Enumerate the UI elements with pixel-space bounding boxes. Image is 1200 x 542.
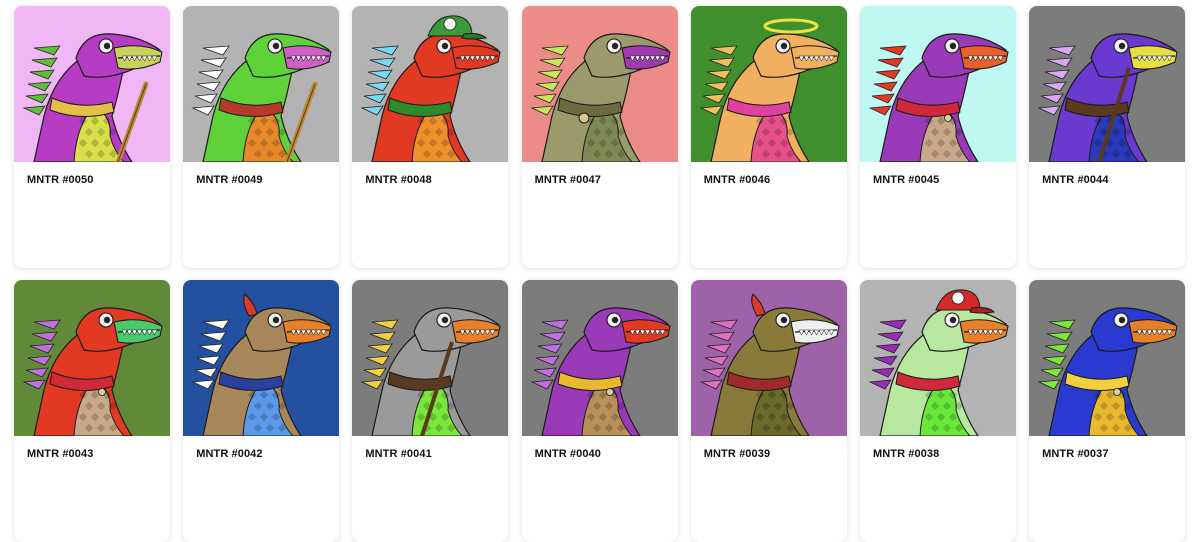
- nft-card[interactable]: MNTR #0041: [352, 280, 509, 542]
- nft-card[interactable]: MNTR #0043: [14, 280, 170, 542]
- lizard-artwork: [352, 6, 509, 162]
- nft-image[interactable]: [521, 280, 678, 436]
- lizard-artwork: [521, 6, 678, 162]
- nft-image[interactable]: [521, 6, 678, 162]
- nft-image[interactable]: [183, 6, 340, 162]
- lizard-artwork: [859, 280, 1016, 436]
- nft-grid: MNTR #0050 MNTR #0049 MNTR #0048 MNTR #0047…: [14, 6, 1186, 542]
- nft-name: MNTR #0047: [534, 174, 601, 186]
- nft-card[interactable]: MNTR #0042: [183, 280, 340, 542]
- lizard-artwork: [1029, 6, 1186, 162]
- nft-image[interactable]: [690, 6, 847, 162]
- collar-icon: [944, 114, 952, 122]
- collar-icon: [1113, 388, 1122, 396]
- nft-image[interactable]: [859, 280, 1016, 436]
- nft-name: MNTR #0041: [365, 448, 432, 460]
- lizard-artwork: [14, 280, 170, 436]
- nft-image[interactable]: [1029, 280, 1186, 436]
- lizard-artwork: [183, 280, 340, 436]
- nft-card[interactable]: MNTR #0039: [690, 280, 847, 542]
- collar-icon: [98, 388, 106, 396]
- nft-name: MNTR #0040: [534, 448, 601, 460]
- nft-image[interactable]: [1029, 6, 1186, 162]
- nft-card[interactable]: MNTR #0038: [859, 280, 1016, 542]
- nft-image[interactable]: [859, 6, 1016, 162]
- nft-image[interactable]: [183, 280, 340, 436]
- nft-name: MNTR #0039: [703, 448, 771, 460]
- nft-name: MNTR #0046: [703, 174, 771, 186]
- lizard-artwork: [521, 280, 678, 436]
- nft-name: MNTR #0043: [27, 448, 94, 460]
- nft-card[interactable]: MNTR #0037: [1029, 280, 1186, 542]
- nft-card[interactable]: MNTR #0049: [183, 6, 340, 268]
- lizard-artwork: [1029, 280, 1186, 436]
- nft-name: MNTR #0037: [1042, 448, 1109, 460]
- nft-name: MNTR #0050: [27, 174, 94, 186]
- nft-card[interactable]: MNTR #0050: [14, 6, 170, 268]
- lizard-artwork: [14, 6, 170, 162]
- nft-name: MNTR #0049: [196, 174, 263, 186]
- nft-card[interactable]: MNTR #0045: [859, 6, 1016, 268]
- nft-name: MNTR #0048: [365, 174, 432, 186]
- nft-image[interactable]: [690, 280, 847, 436]
- lizard-artwork: [690, 6, 847, 162]
- lizard-artwork: [690, 280, 847, 436]
- nft-card[interactable]: MNTR #0046: [690, 6, 847, 268]
- lizard-artwork: [352, 280, 509, 436]
- pendant-icon: [578, 112, 590, 124]
- nft-name: MNTR #0044: [1042, 174, 1109, 186]
- lizard-artwork: [859, 6, 1016, 162]
- nft-name: MNTR #0042: [196, 448, 263, 460]
- nft-card[interactable]: MNTR #0040: [521, 280, 678, 542]
- nft-card[interactable]: MNTR #0047: [521, 6, 678, 268]
- lizard-artwork: [183, 6, 340, 162]
- collar-icon: [605, 388, 614, 396]
- nft-image[interactable]: [352, 280, 509, 436]
- nft-image[interactable]: [352, 6, 509, 162]
- nft-name: MNTR #0045: [872, 174, 940, 186]
- nft-name: MNTR #0038: [872, 448, 940, 460]
- nft-image[interactable]: [14, 6, 170, 162]
- nft-image[interactable]: [14, 280, 170, 436]
- nft-card[interactable]: MNTR #0048: [352, 6, 509, 268]
- nft-card[interactable]: MNTR #0044: [1029, 6, 1186, 268]
